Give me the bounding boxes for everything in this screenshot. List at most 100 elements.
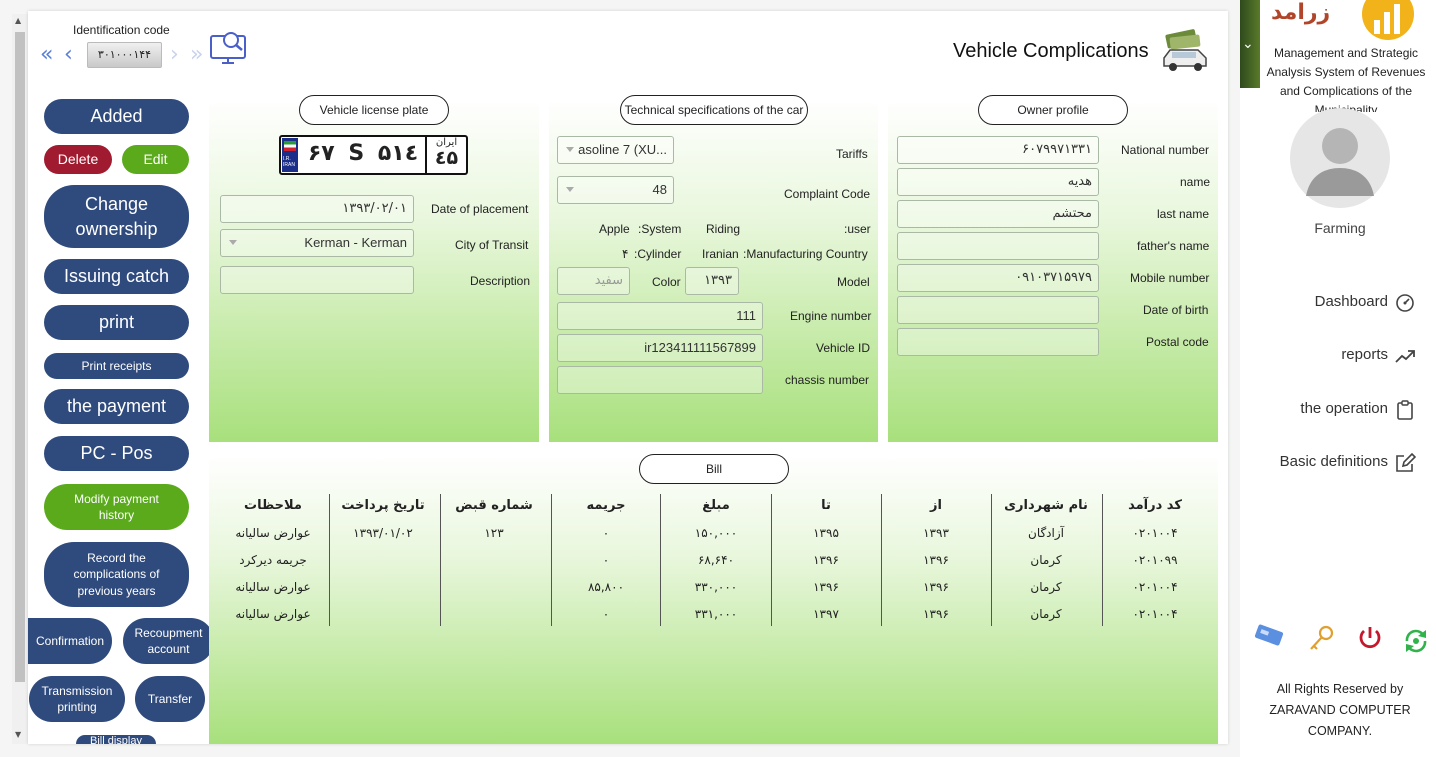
first-record-icon[interactable]: « <box>40 42 53 68</box>
transfer-button[interactable]: Transfer <box>135 676 205 722</box>
bill-column-header[interactable]: شماره قبض <box>439 498 549 513</box>
the-payment-button[interactable]: the payment <box>44 389 189 424</box>
bill-column-header[interactable]: ملاحظات <box>218 498 328 513</box>
change-ownership-button[interactable]: Change ownership <box>44 185 189 248</box>
color-field[interactable]: سفید <box>557 267 630 295</box>
refresh-icon[interactable] <box>1402 627 1430 655</box>
confirmation-button[interactable]: Confirmation <box>28 618 112 664</box>
tariffs-select[interactable]: asoline 7 (XU... <box>557 136 674 164</box>
bill-column-header[interactable]: تا <box>771 498 881 513</box>
bill-table-cell[interactable]: آزادگان <box>991 526 1101 540</box>
bill-table-cell[interactable]: ۰ <box>551 526 661 540</box>
complaint-code-select[interactable]: 48 <box>557 176 674 204</box>
edit-button[interactable]: Edit <box>122 145 189 174</box>
key-icon[interactable] <box>1306 624 1336 654</box>
bill-table-cell[interactable]: ۱۳۹۳/۰۱/۰۲ <box>328 526 438 540</box>
record-complications-button[interactable]: Record the complications of previous yea… <box>44 542 189 607</box>
model-label: Model <box>837 275 870 289</box>
menu-item-dashboard[interactable]: Dashboard <box>1250 290 1420 316</box>
left-scrollbar[interactable]: ▲ ▼ <box>12 14 28 744</box>
avatar[interactable] <box>1290 108 1390 208</box>
bill-table-cell[interactable]: ۱۳۹۶ <box>771 580 881 594</box>
bill-column-header[interactable]: کد درآمد <box>1100 498 1210 513</box>
issuing-catch-button[interactable]: Issuing catch <box>44 259 189 294</box>
added-button[interactable]: Added <box>44 99 189 134</box>
next-record-icon[interactable]: › <box>170 42 179 68</box>
scrollbar-thumb[interactable] <box>15 32 25 682</box>
bill-column-header[interactable]: تاریخ پرداخت <box>328 498 438 513</box>
bill-table-cell[interactable]: ۰۲۰۱۰۰۴ <box>1100 607 1210 621</box>
bill-table-cell[interactable]: ۱۳۹۶ <box>771 553 881 567</box>
bill-column-header[interactable]: از <box>881 498 991 513</box>
model-field[interactable]: ۱۳۹۳ <box>685 267 739 295</box>
bill-column-header[interactable]: جریمه <box>551 498 661 513</box>
scroll-up-icon[interactable]: ▲ <box>15 16 21 25</box>
bill-table-cell[interactable]: کرمان <box>991 553 1101 567</box>
last-name-field[interactable]: محتشم <box>897 200 1099 228</box>
city-of-transit-select[interactable]: Kerman - Kerman <box>220 229 414 257</box>
menu-item-the-operation[interactable]: the operation <box>1250 397 1420 423</box>
description-field[interactable] <box>220 266 414 294</box>
bill-table-cell[interactable]: ۱۳۹۷ <box>771 607 881 621</box>
chassis-number-field[interactable] <box>557 366 763 394</box>
bill-table-cell[interactable]: ۳۳۰,۰۰۰ <box>661 580 771 594</box>
bill-table-cell[interactable]: ۳۳۱,۰۰۰ <box>661 607 771 621</box>
bill-column-header[interactable]: نام شهرداری <box>991 498 1101 513</box>
complaint-code-label: Complaint Code <box>784 187 871 201</box>
date-of-birth-field[interactable] <box>897 296 1099 324</box>
bill-table-cell[interactable]: عوارض سالیانه <box>218 607 328 621</box>
bill-display-button[interactable]: Bill display <box>76 735 156 744</box>
pc-pos-button[interactable]: PC - Pos <box>44 436 189 471</box>
bill-table-cell[interactable]: ۱۳۹۶ <box>881 607 991 621</box>
name-field[interactable]: هدیه <box>897 168 1099 196</box>
bill-table-cell[interactable]: ۰۲۰۱۰۰۴ <box>1100 526 1210 540</box>
edit-icon <box>1396 452 1416 472</box>
search-monitor-icon[interactable] <box>208 28 248 68</box>
bill-table-cell[interactable]: ۰۲۰۱۰۰۴ <box>1100 580 1210 594</box>
last-record-icon[interactable]: » <box>190 42 203 68</box>
user-value: Riding <box>706 222 741 236</box>
scroll-down-icon[interactable]: ▼ <box>15 730 21 739</box>
bill-table-cell[interactable]: ۶۸,۶۴۰ <box>661 553 771 567</box>
vehicle-money-icon <box>1163 29 1207 71</box>
recoupment-account-button[interactable]: Recoupment account <box>123 618 214 664</box>
bill-table-cell[interactable]: ۰۲۰۱۰۹۹ <box>1100 553 1210 567</box>
bill-table-cell[interactable]: عوارض سالیانه <box>218 526 328 540</box>
identification-code-value[interactable]: ۳۰۱۰۰۰۱۴۴ <box>87 42 162 68</box>
bill-table-cell[interactable]: ۱۵۰,۰۰۰ <box>661 526 771 540</box>
national-number-field[interactable]: ۶۰۷۹۹۷۱۳۳۱ <box>897 136 1099 164</box>
print-button[interactable]: print <box>44 305 189 340</box>
name-label: name <box>1180 175 1211 189</box>
power-icon[interactable] <box>1356 624 1384 652</box>
print-receipts-button[interactable]: Print receipts <box>44 353 189 379</box>
previous-record-icon[interactable]: ‹ <box>64 42 73 68</box>
transmission-printing-button[interactable]: Transmission printing <box>29 676 125 722</box>
bill-table-cell[interactable]: کرمان <box>991 607 1101 621</box>
fathers-name-field[interactable] <box>897 232 1099 260</box>
bill-table-cell[interactable]: عوارض سالیانه <box>218 580 328 594</box>
bill-table-cell[interactable]: ۱۳۹۳ <box>881 526 991 540</box>
bill-table-cell[interactable]: ۱۳۹۶ <box>881 580 991 594</box>
delete-button[interactable]: Delete <box>44 145 112 174</box>
bill-table-cell[interactable]: جریمه دیرکرد <box>218 553 328 567</box>
bill-table-cell[interactable]: ۰ <box>551 553 661 567</box>
modify-payment-history-button[interactable]: Modify payment history <box>44 484 189 530</box>
bill-table-cell[interactable]: کرمان <box>991 580 1101 594</box>
date-of-placement-field[interactable]: ۱۳۹۳/۰۲/۰۱ <box>220 195 414 223</box>
postal-code-field[interactable] <box>897 328 1099 356</box>
bill-column-header[interactable]: مبلغ <box>661 498 771 513</box>
color-label: Color <box>652 275 681 289</box>
engine-number-field[interactable]: 111 <box>557 302 763 330</box>
bill-table-cell[interactable]: ۱۳۹۶ <box>881 553 991 567</box>
mobile-number-field[interactable]: ۰۹۱۰۳۷۱۵۹۷۹ <box>897 264 1099 292</box>
bill-table-cell[interactable]: ۱۲۳ <box>439 526 549 540</box>
bill-table-cell[interactable]: ۰ <box>551 607 661 621</box>
pos-terminal-icon[interactable] <box>1252 624 1288 652</box>
vehicle-id-field[interactable]: ir123411111567899 <box>557 334 763 362</box>
menu-item-reports[interactable]: reports <box>1250 343 1420 369</box>
bill-table-cell[interactable]: ۱۳۹۵ <box>771 526 881 540</box>
cylinder-label: :Cylinder <box>634 247 682 261</box>
bill-table-cell[interactable]: ۸۵,۸۰۰ <box>551 580 661 594</box>
menu-item-basic-definitions[interactable]: Basic definitions <box>1250 450 1420 476</box>
collapse-chevron-icon[interactable]: ⌄ <box>1242 36 1254 52</box>
